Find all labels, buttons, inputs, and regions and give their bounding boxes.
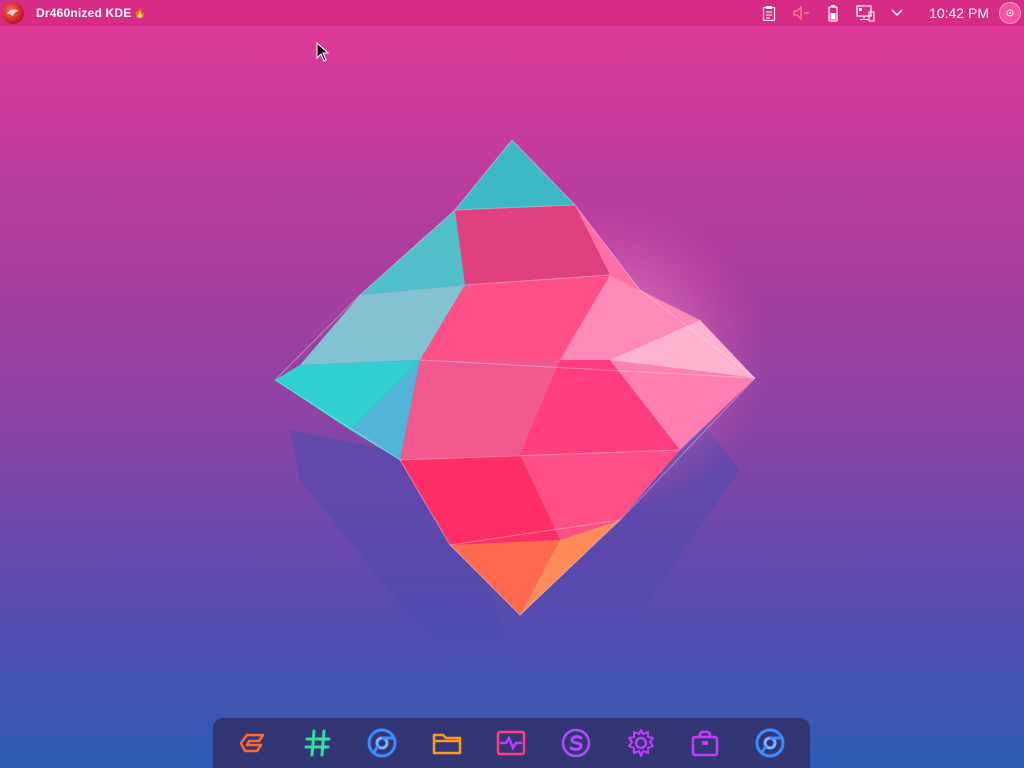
folder-icon[interactable] xyxy=(427,723,467,763)
garuda-gamer-icon[interactable] xyxy=(233,723,273,763)
settings-gear-icon[interactable] xyxy=(621,723,661,763)
desktop-wallpaper xyxy=(0,0,1024,768)
chromium-icon[interactable] xyxy=(362,723,402,763)
clock[interactable]: 10:42 PM xyxy=(929,5,989,21)
s-app-icon[interactable] xyxy=(556,723,596,763)
chevron-down-icon[interactable] xyxy=(887,3,907,23)
top-panel: Dr460nized KDE 🔥 10:42 PM xyxy=(0,0,1024,26)
hashtag-icon[interactable] xyxy=(298,723,338,763)
system-tray: 10:42 PM xyxy=(747,0,1024,26)
application-dock xyxy=(213,718,810,768)
garuda-eagle-icon[interactable] xyxy=(2,2,24,24)
battery-icon[interactable] xyxy=(823,3,843,23)
software-store-icon[interactable] xyxy=(685,723,725,763)
crystal-artwork xyxy=(274,139,770,690)
network-icon[interactable] xyxy=(855,3,875,23)
chromium-alt-icon[interactable] xyxy=(750,723,790,763)
fire-emoji: 🔥 xyxy=(133,7,146,19)
system-monitor-icon[interactable] xyxy=(491,723,531,763)
clipboard-icon[interactable] xyxy=(759,3,779,23)
user-avatar[interactable] xyxy=(999,2,1021,24)
volume-muted-icon[interactable] xyxy=(791,3,811,23)
active-window-title[interactable]: Dr460nized KDE xyxy=(36,6,132,20)
mouse-cursor-icon xyxy=(316,41,330,66)
